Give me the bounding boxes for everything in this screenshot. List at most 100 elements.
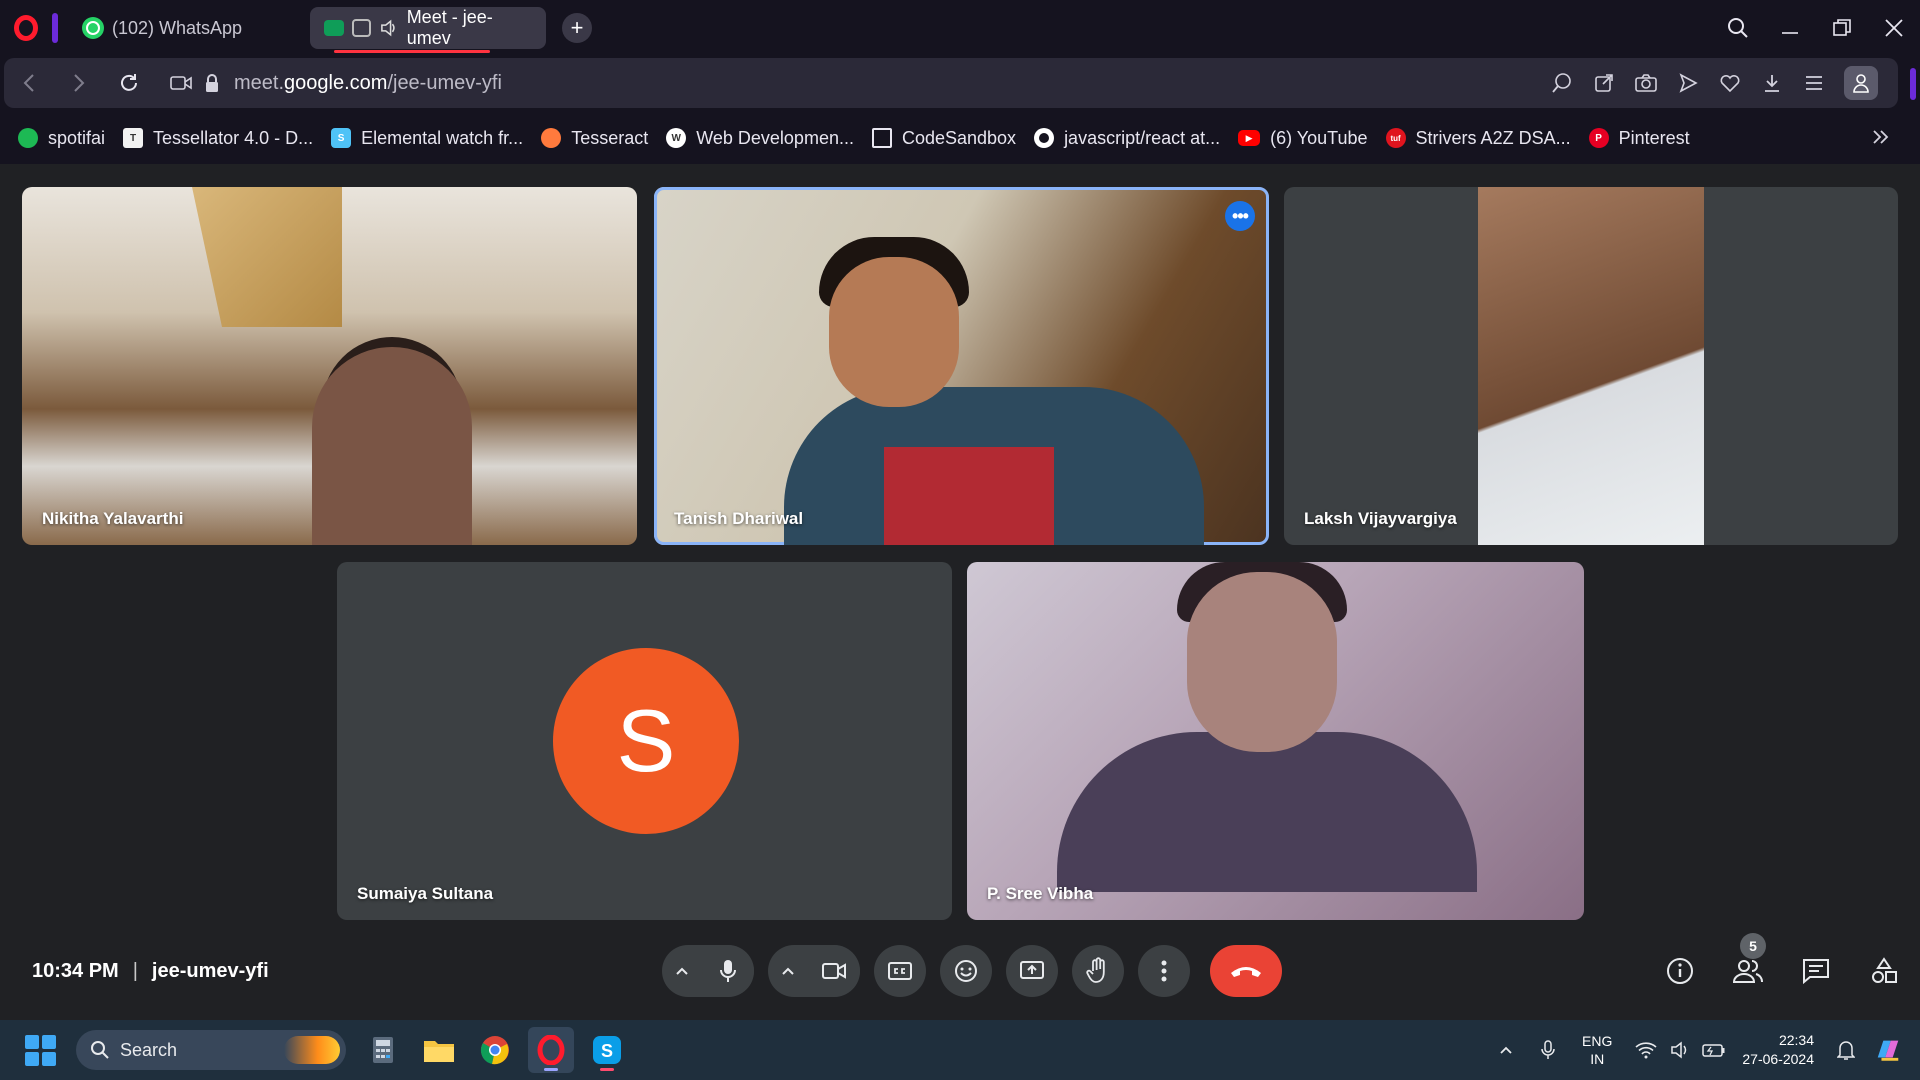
chrome-icon — [480, 1036, 509, 1065]
youtube-icon: ▶ — [1238, 130, 1261, 146]
taskbar-calculator[interactable] — [360, 1027, 406, 1073]
participant-name: Nikitha Yalavarthi — [42, 509, 184, 528]
participant-name: P. Sree Vibha — [987, 884, 1094, 903]
camera-permission-icon[interactable] — [170, 74, 192, 92]
picture-in-picture-icon[interactable] — [352, 19, 372, 37]
meeting-code[interactable]: jee-umev-yfi — [152, 960, 269, 983]
taskbar-search[interactable]: Search — [76, 1030, 346, 1070]
chat-button[interactable] — [1800, 955, 1832, 987]
send-to-flow-button[interactable] — [1676, 71, 1700, 95]
page-search-button[interactable] — [1550, 71, 1574, 95]
share-button[interactable] — [1592, 71, 1616, 95]
whatsapp-icon — [82, 17, 104, 39]
forward-button[interactable] — [54, 58, 104, 108]
downloads-button[interactable] — [1760, 71, 1784, 95]
tab-audio-icon[interactable] — [379, 18, 398, 38]
tab-meet[interactable]: Meet - jee-umev — [310, 7, 546, 53]
show-hidden-icons-button[interactable] — [1492, 1036, 1520, 1064]
participant-name: Tanish Dhariwal — [674, 509, 804, 528]
opera-menu-button[interactable] — [0, 0, 52, 56]
windows-taskbar: Search S ENG IN 22:34 27-06-2024 — [0, 1020, 1920, 1080]
leave-call-button[interactable] — [1210, 945, 1282, 997]
activities-button[interactable] — [1868, 955, 1900, 987]
camera-control — [768, 945, 860, 997]
bookmark-label: Tessellator 4.0 - D... — [153, 127, 314, 148]
restore-button[interactable] — [1816, 0, 1868, 56]
back-button[interactable] — [4, 58, 54, 108]
address-bar[interactable]: meet.google.com/jee-umev-yfi — [4, 58, 1898, 108]
bookmark-strivers[interactable]: tuf Strivers A2Z DSA... — [1385, 128, 1571, 149]
participant-tile[interactable]: P. Sree Vibha — [967, 562, 1584, 920]
more-options-button[interactable] — [1138, 945, 1190, 997]
start-button[interactable] — [20, 1030, 60, 1070]
participant-tile[interactable]: Nikitha Yalavarthi — [22, 187, 637, 545]
audio-settings-chevron[interactable] — [662, 966, 702, 976]
video-settings-chevron[interactable] — [768, 966, 808, 976]
network-button[interactable] — [1632, 1036, 1660, 1064]
search-highlight-icon — [284, 1036, 340, 1064]
captions-button[interactable] — [874, 945, 926, 997]
copilot-button[interactable] — [1874, 1036, 1902, 1064]
bookmark-youtube[interactable]: ▶ (6) YouTube — [1238, 128, 1368, 149]
notifications-button[interactable] — [1832, 1036, 1860, 1064]
new-tab-button[interactable]: + — [562, 13, 592, 43]
lock-icon[interactable] — [204, 73, 220, 93]
system-tray: ENG IN 22:34 27-06-2024 — [1492, 1020, 1920, 1080]
sidebar-accent-right — [1910, 68, 1916, 100]
taskbar-skype[interactable]: S — [584, 1027, 630, 1073]
easy-setup-button[interactable] — [1802, 71, 1826, 95]
bookmark-codesandbox[interactable]: CodeSandbox — [871, 127, 1017, 149]
volume-button[interactable] — [1666, 1036, 1694, 1064]
taskbar-clock[interactable]: 22:34 27-06-2024 — [1742, 1031, 1814, 1069]
tab-search-button[interactable] — [1712, 0, 1764, 56]
participant-tile-active-speaker[interactable]: ••• Tanish Dhariwal — [654, 187, 1269, 545]
people-button[interactable]: 5 — [1732, 933, 1766, 987]
heart-icon — [1720, 74, 1740, 93]
participant-video — [1478, 187, 1704, 545]
bookmark-github[interactable]: javascript/react at... — [1034, 128, 1220, 149]
info-icon — [1667, 958, 1693, 984]
bookmark-elemental[interactable]: S Elemental watch fr... — [331, 128, 523, 149]
participant-tile[interactable]: S Sumaiya Sultana — [337, 562, 952, 920]
video-camera-icon — [822, 963, 846, 979]
camera-icon — [1635, 74, 1657, 92]
bookmark-pinterest[interactable]: P Pinterest — [1588, 128, 1690, 149]
bookmark-tessellator[interactable]: T Tessellator 4.0 - D... — [123, 128, 313, 149]
participant-face — [829, 257, 959, 407]
bookmarks-overflow-button[interactable] — [1872, 125, 1890, 151]
taskbar-opera[interactable] — [528, 1027, 574, 1073]
reactions-button[interactable] — [940, 945, 992, 997]
minimize-button[interactable] — [1764, 0, 1816, 56]
microphone-button[interactable] — [702, 945, 754, 997]
bookmark-label: CodeSandbox — [901, 127, 1017, 148]
taskbar-file-explorer[interactable] — [416, 1027, 462, 1073]
snapshot-button[interactable] — [1634, 71, 1658, 95]
meeting-side-controls: 5 — [1664, 933, 1900, 987]
camera-button[interactable] — [808, 945, 860, 997]
tesseract-icon — [541, 128, 562, 148]
microphone-tray-button[interactable] — [1534, 1036, 1562, 1064]
taskbar-chrome[interactable] — [472, 1027, 518, 1073]
reload-button[interactable] — [104, 58, 154, 108]
search-icon — [91, 1041, 109, 1059]
svg-text:S: S — [601, 1041, 613, 1061]
profile-button[interactable] — [1844, 66, 1878, 100]
url-text[interactable]: meet.google.com/jee-umev-yfi — [234, 72, 502, 95]
download-icon — [1765, 75, 1779, 92]
more-options-icon[interactable]: ••• — [1225, 201, 1255, 231]
participant-tile[interactable]: Laksh Vijayvargiya — [1284, 187, 1898, 545]
meeting-details-button[interactable] — [1664, 955, 1696, 987]
opera-logo-icon — [14, 15, 38, 41]
restore-icon — [1833, 19, 1851, 36]
raise-hand-button[interactable] — [1072, 945, 1124, 997]
clock-time: 22:34 — [1778, 1032, 1814, 1048]
bookmark-button[interactable] — [1718, 71, 1742, 95]
bookmark-spotifai[interactable]: spotifai — [18, 128, 105, 149]
close-button[interactable] — [1868, 0, 1920, 56]
input-language-indicator[interactable]: ENG IN — [1582, 1032, 1612, 1068]
bookmark-tesseract[interactable]: Tesseract — [541, 128, 648, 149]
battery-button[interactable] — [1700, 1036, 1728, 1064]
present-screen-button[interactable] — [1006, 945, 1058, 997]
bookmark-webdev[interactable]: W Web Developmen... — [666, 128, 854, 149]
tab-whatsapp[interactable]: (102) WhatsApp — [68, 7, 304, 49]
